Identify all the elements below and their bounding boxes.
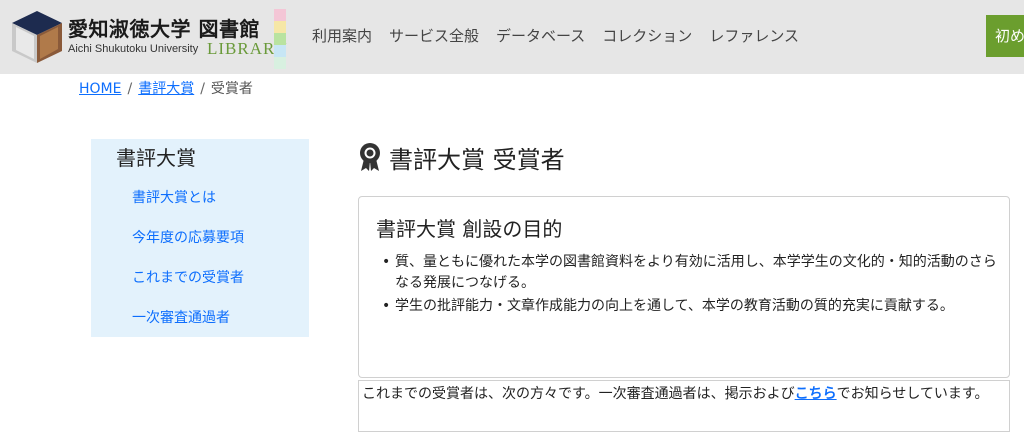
- breadcrumb-current: 受賞者: [210, 81, 253, 97]
- sidebar-item-first-round[interactable]: 一次審査通過者: [132, 307, 230, 327]
- sidebar-item-about[interactable]: 書評大賞とは: [132, 187, 216, 207]
- breadcrumb-parent-link[interactable]: 書評大賞: [138, 81, 194, 97]
- logo-color-bars: [274, 9, 286, 69]
- breadcrumb: HOME / 書評大賞 / 受賞者: [79, 78, 253, 98]
- award-ribbon-icon: [360, 143, 380, 171]
- list-item: 質、量ともに優れた本学の図書館資料をより有効に活用し、本学学生の文化的・知的活動…: [379, 252, 999, 294]
- page-heading: 書評大賞 受賞者: [357, 140, 565, 174]
- breadcrumb-home-link[interactable]: HOME: [79, 81, 121, 97]
- nav-item-database[interactable]: データベース: [496, 25, 585, 46]
- site-header: 愛知淑徳大学 図書館 Aichi Shukutoku University LI…: [0, 0, 1024, 74]
- main-nav: 利用案内 サービス全般 データベース コレクション レファレンス: [312, 25, 816, 46]
- note-text-before: これまでの受賞者は、次の方々です。一次審査通過者は、掲示および: [362, 386, 795, 402]
- cube-logo-icon: [12, 11, 62, 63]
- sidebar-item-guidelines[interactable]: 今年度の応募要項: [132, 227, 244, 247]
- first-time-button[interactable]: 初め: [986, 15, 1024, 57]
- breadcrumb-separator: /: [127, 81, 133, 97]
- page-title: 書評大賞 受賞者: [389, 145, 565, 174]
- library-logo[interactable]: 愛知淑徳大学 図書館 Aichi Shukutoku University LI…: [10, 9, 290, 69]
- logo-title: 愛知淑徳大学 図書館: [68, 17, 260, 41]
- sidebar: 書評大賞 書評大賞とは 今年度の応募要項 これまでの受賞者 一次審査通過者: [91, 139, 309, 337]
- nav-item-reference[interactable]: レファレンス: [709, 25, 799, 46]
- list-item: 学生の批評能力・文章作成能力の向上を通して、本学の教育活動の質的充実に貢献する。: [379, 296, 999, 317]
- logo-subtitle: Aichi Shukutoku University: [68, 43, 199, 55]
- purpose-card: 書評大賞 創設の目的 質、量ともに優れた本学の図書館資料をより有効に活用し、本学…: [358, 196, 1010, 378]
- card-title: 書評大賞 創設の目的: [376, 217, 563, 241]
- nav-item-collection[interactable]: コレクション: [602, 25, 692, 46]
- breadcrumb-separator: /: [200, 81, 205, 97]
- winners-note: これまでの受賞者は、次の方々です。一次審査通過者は、掲示およびこちらでお知らせし…: [358, 380, 1010, 432]
- nav-item-guide[interactable]: 利用案内: [312, 25, 372, 46]
- sidebar-item-past-winners[interactable]: これまでの受賞者: [132, 267, 244, 287]
- sidebar-title: 書評大賞: [116, 146, 196, 170]
- note-text-after: でお知らせしています。: [836, 386, 989, 402]
- purpose-list: 質、量ともに優れた本学の図書館資料をより有効に活用し、本学学生の文化的・知的活動…: [379, 252, 999, 319]
- nav-item-services[interactable]: サービス全般: [389, 25, 479, 46]
- here-link[interactable]: こちら: [795, 386, 837, 402]
